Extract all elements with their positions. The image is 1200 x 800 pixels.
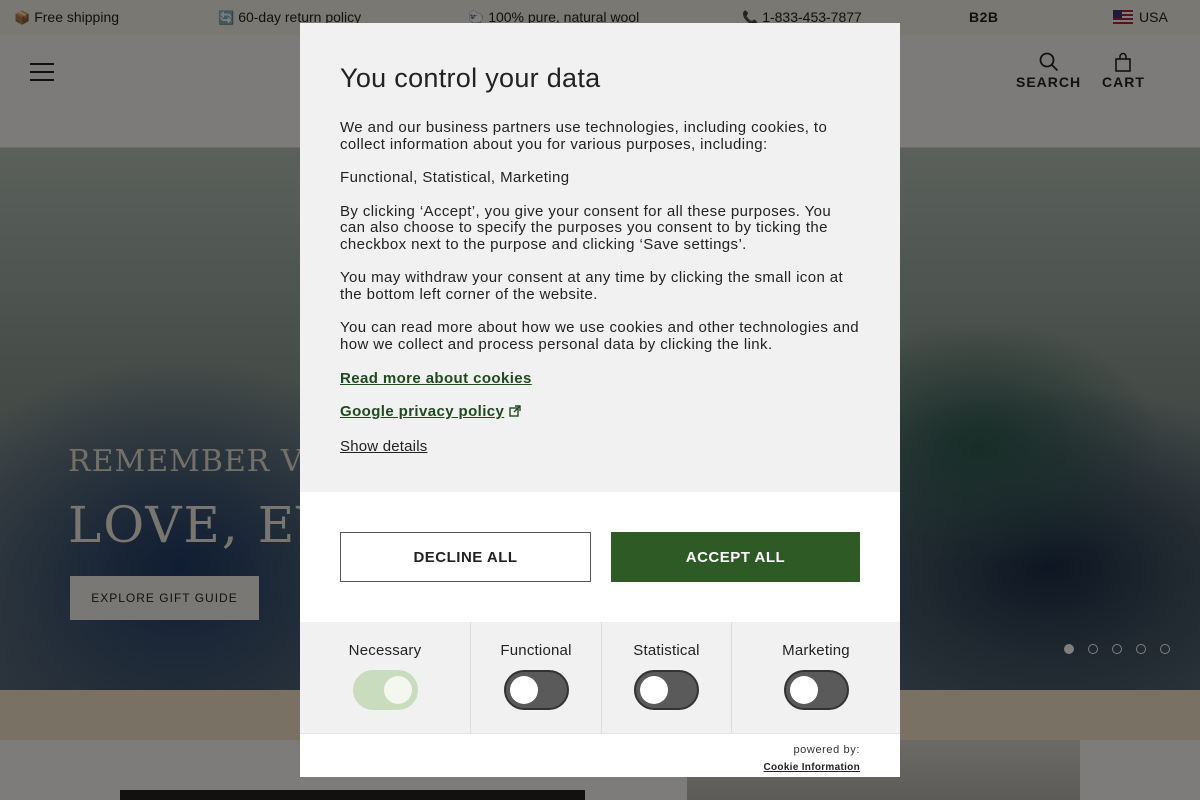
toggle-knob [383,676,412,704]
category-label: Necessary [348,642,422,659]
consent-title: You control your data [340,63,601,93]
toggle-knob [509,676,538,704]
consent-footer: powered by: Cookie Information [300,733,900,777]
consent-info-section: You control your data We and our busines… [300,23,900,492]
consent-actions: DECLINE ALL ACCEPT ALL [300,492,900,622]
statistical-toggle[interactable] [634,670,699,710]
toggle-knob [640,676,668,704]
category-functional: Functional [470,622,601,733]
toggle-knob [789,676,818,704]
necessary-toggle[interactable] [352,670,418,710]
consent-read-more-info: You can read more about how we use cooki… [340,319,860,353]
powered-by-label: powered by: [793,744,860,756]
category-label: Statistical [633,642,700,659]
category-statistical: Statistical [601,622,731,733]
show-details-link[interactable]: Show details [340,438,860,455]
google-privacy-label: Google privacy policy [340,403,505,420]
category-marketing: Marketing [731,622,900,733]
cookie-information-link[interactable]: Cookie Information [763,762,860,773]
functional-toggle[interactable] [503,670,569,710]
cookie-consent-dialog: You control your data We and our busines… [300,23,900,777]
external-link-icon [509,405,521,417]
category-necessary: Necessary [300,622,470,733]
marketing-toggle[interactable] [783,670,849,710]
google-privacy-policy-link[interactable]: Google privacy policy [340,403,521,420]
category-label: Functional [500,642,572,659]
accept-all-button[interactable]: ACCEPT ALL [611,532,860,582]
category-label: Marketing [782,642,850,659]
consent-categories: Necessary Functional Statistical Marketi… [300,622,900,733]
consent-intro: We and our business partners use technol… [340,119,828,153]
consent-purposes: Functional, Statistical, Marketing [340,169,570,186]
consent-withdraw-info: You may withdraw your consent at any tim… [340,269,844,303]
consent-accept-explanation: By clicking ‘Accept’, you give your cons… [340,202,832,253]
decline-all-button[interactable]: DECLINE ALL [340,532,591,582]
read-more-cookies-link[interactable]: Read more about cookies [340,370,532,387]
